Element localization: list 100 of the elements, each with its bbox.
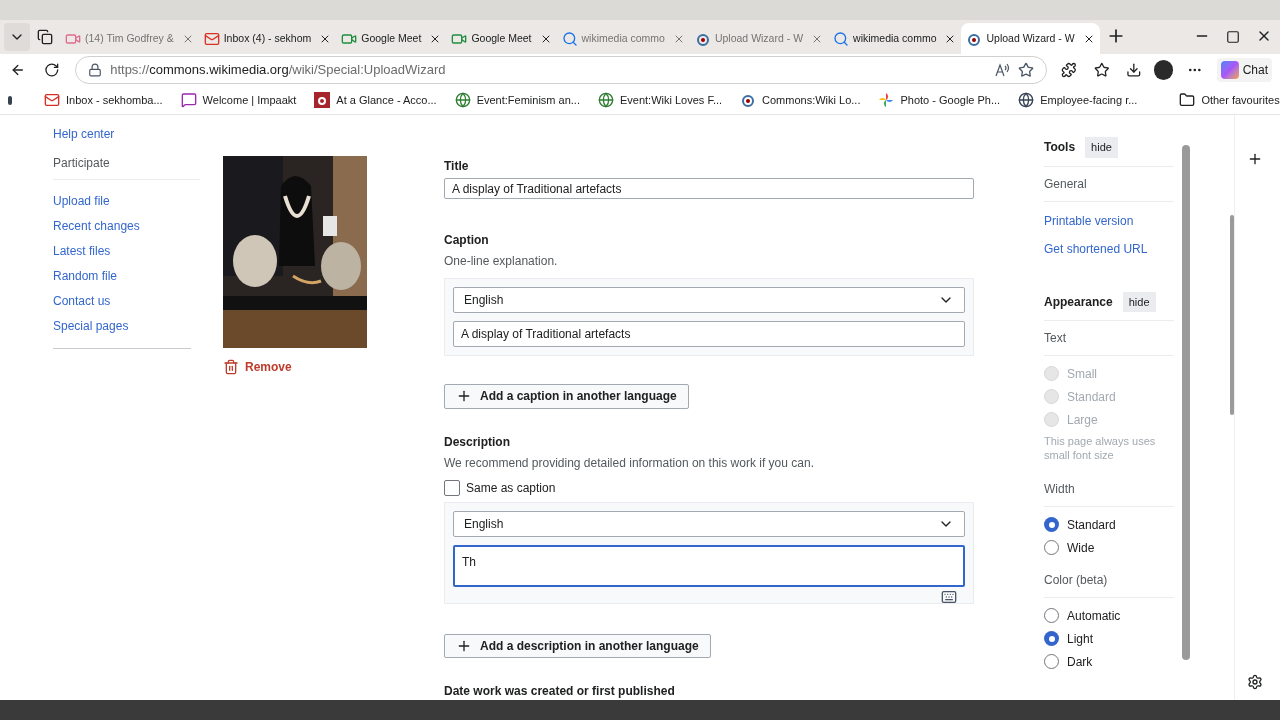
bookmark[interactable]: Commons:Wiki Lo... [740, 91, 861, 109]
tab-title: Google Meet [361, 30, 422, 46]
tab-title: (14) Tim Godfrey & [85, 30, 174, 46]
field-hint: We recommend providing detailed information on this work if you can. [444, 454, 815, 472]
radio-label: Automatic [1067, 607, 1121, 625]
radio-button[interactable] [1044, 517, 1059, 532]
field-hint: One-line explanation. [444, 253, 559, 271]
radio-label: Wide [1067, 539, 1095, 557]
sidebar-link[interactable]: Help center [53, 121, 200, 146]
sidebar-link[interactable]: Special pages [53, 313, 200, 338]
other-favourites-folder[interactable]: Other favourites [1179, 91, 1280, 109]
bookmark-pinwheel-icon [878, 92, 895, 108]
bookmark-globe-icon [1018, 92, 1035, 108]
browser-tab[interactable]: wikimedia commo [828, 23, 962, 54]
tab-title: wikimedia commo [581, 30, 665, 46]
language-select[interactable]: English [453, 510, 965, 537]
hide-button[interactable]: hide [1122, 291, 1156, 312]
download-icon[interactable] [1125, 62, 1142, 78]
radio-label: Standard [1067, 388, 1116, 406]
title-field[interactable]: A display of Traditional artefacts [444, 178, 974, 200]
field-label: Date work was created or first published [444, 683, 676, 700]
keyboard-icon[interactable] [941, 588, 957, 605]
browser-tab[interactable]: Inbox (4) - sekhom [198, 23, 337, 54]
section-label: General [1044, 166, 1174, 202]
read-aloud-icon[interactable] [993, 62, 1010, 78]
sidebar-heading: Participate [53, 146, 200, 180]
scrollbar[interactable] [1182, 145, 1190, 660]
appearance-heading: Appearance [1044, 293, 1113, 311]
checkbox-label: Same as caption [466, 479, 556, 497]
bookmark[interactable]: Event:Feminism an... [454, 91, 580, 109]
radio-button[interactable] [1044, 540, 1059, 555]
radio-button[interactable] [1044, 608, 1059, 623]
lock-icon[interactable] [88, 63, 103, 77]
tools-link[interactable]: Get shortened URL [1044, 239, 1174, 258]
tab-search-icon [833, 30, 850, 47]
radio-button[interactable] [1044, 654, 1059, 669]
tools-link[interactable]: Printable version [1044, 211, 1174, 230]
url-text: https://commons.wikimedia.org/wiki/Special:UploadWizard [110, 61, 446, 80]
chat-button[interactable]: Chat [1216, 58, 1272, 82]
field-label: Description [444, 433, 511, 451]
section-label: Text [1044, 321, 1174, 356]
bookmark[interactable]: Employee-facing r... [1018, 91, 1138, 109]
tab-title: wikimedia commo [853, 30, 937, 46]
add-description-button[interactable]: Add a description in another language [444, 633, 711, 658]
section-label: Width [1044, 472, 1174, 507]
tab-title: Inbox (4) - sekhom [223, 30, 312, 46]
radio-label: Large [1067, 411, 1098, 429]
favourite-star-icon[interactable] [1017, 62, 1034, 78]
scrollbar-thumb[interactable] [1230, 215, 1234, 415]
field-label: Caption [444, 232, 490, 250]
bookmark-commons-icon [740, 92, 757, 108]
sidebar-link[interactable]: Latest files [53, 238, 200, 263]
browser-tab[interactable]: Upload Wizard - W [689, 23, 829, 54]
browser-tab[interactable]: (14) Tim Godfrey & [60, 23, 199, 54]
bookmark[interactable]: Event:Wiki Loves F... [597, 91, 723, 109]
add-caption-button[interactable]: Add a caption in another language [444, 384, 689, 409]
section-label: Color (beta) [1044, 563, 1174, 598]
radio-label: Standard [1067, 516, 1116, 534]
bookmark[interactable]: Inbox - sekhomba... [44, 91, 163, 109]
back-icon[interactable] [10, 62, 26, 78]
maximize-icon[interactable] [1226, 30, 1240, 44]
bookmark-globe-icon [454, 92, 471, 108]
extensions-icon[interactable] [1060, 62, 1077, 78]
browser-tab[interactable]: wikimedia commo [556, 23, 690, 54]
bookmark[interactable]: At a Glance - Acco... [314, 91, 437, 109]
browser-tab[interactable]: Upload Wizard - W [961, 23, 1100, 54]
settings-icon[interactable] [1246, 674, 1263, 690]
bookmark[interactable]: Photo - Google Ph... [878, 91, 1001, 109]
bookmark[interactable]: Welcome | Impaakt [180, 91, 297, 109]
sidebar-link[interactable]: Recent changes [53, 213, 200, 238]
sidebar-link[interactable]: Contact us [53, 288, 200, 313]
radio-label: Dark [1067, 653, 1093, 671]
trash-icon [223, 359, 239, 375]
browser-tab[interactable]: Google Meet [446, 23, 557, 54]
hide-button[interactable]: hide [1085, 137, 1118, 158]
collections-icon[interactable] [8, 95, 12, 105]
sidebar-link[interactable]: Upload file [53, 188, 200, 213]
note-text: This page always uses small font size [1044, 434, 1157, 462]
language-select[interactable]: English [453, 287, 965, 314]
remove-button[interactable]: Remove [223, 358, 444, 376]
radio-label: Light [1067, 630, 1094, 648]
field-label: Title [444, 158, 470, 175]
favourites-icon[interactable] [1094, 62, 1110, 78]
reload-icon[interactable] [43, 62, 60, 78]
bookmark-globe-icon [597, 92, 614, 108]
browser-tab[interactable]: Google Meet [336, 23, 447, 54]
radio-button[interactable] [1044, 631, 1059, 646]
tab-title: Upload Wizard - W [986, 30, 1075, 46]
profile-avatar[interactable] [1153, 60, 1174, 80]
caption-field[interactable]: A display of Traditional artefacts [453, 321, 965, 348]
tab-title: Google Meet [471, 30, 532, 46]
same-as-caption-checkbox[interactable] [444, 479, 460, 496]
description-field[interactable]: Th [453, 544, 965, 587]
copy-icon [37, 29, 53, 45]
bookmark-letter-icon [314, 92, 331, 108]
bookmark-chat-icon [180, 92, 197, 108]
tab-search-icon [561, 30, 578, 47]
bookmark-mail-icon [44, 92, 60, 108]
tab-mail-icon [203, 30, 220, 47]
sidebar-link[interactable]: Random file [53, 263, 200, 288]
